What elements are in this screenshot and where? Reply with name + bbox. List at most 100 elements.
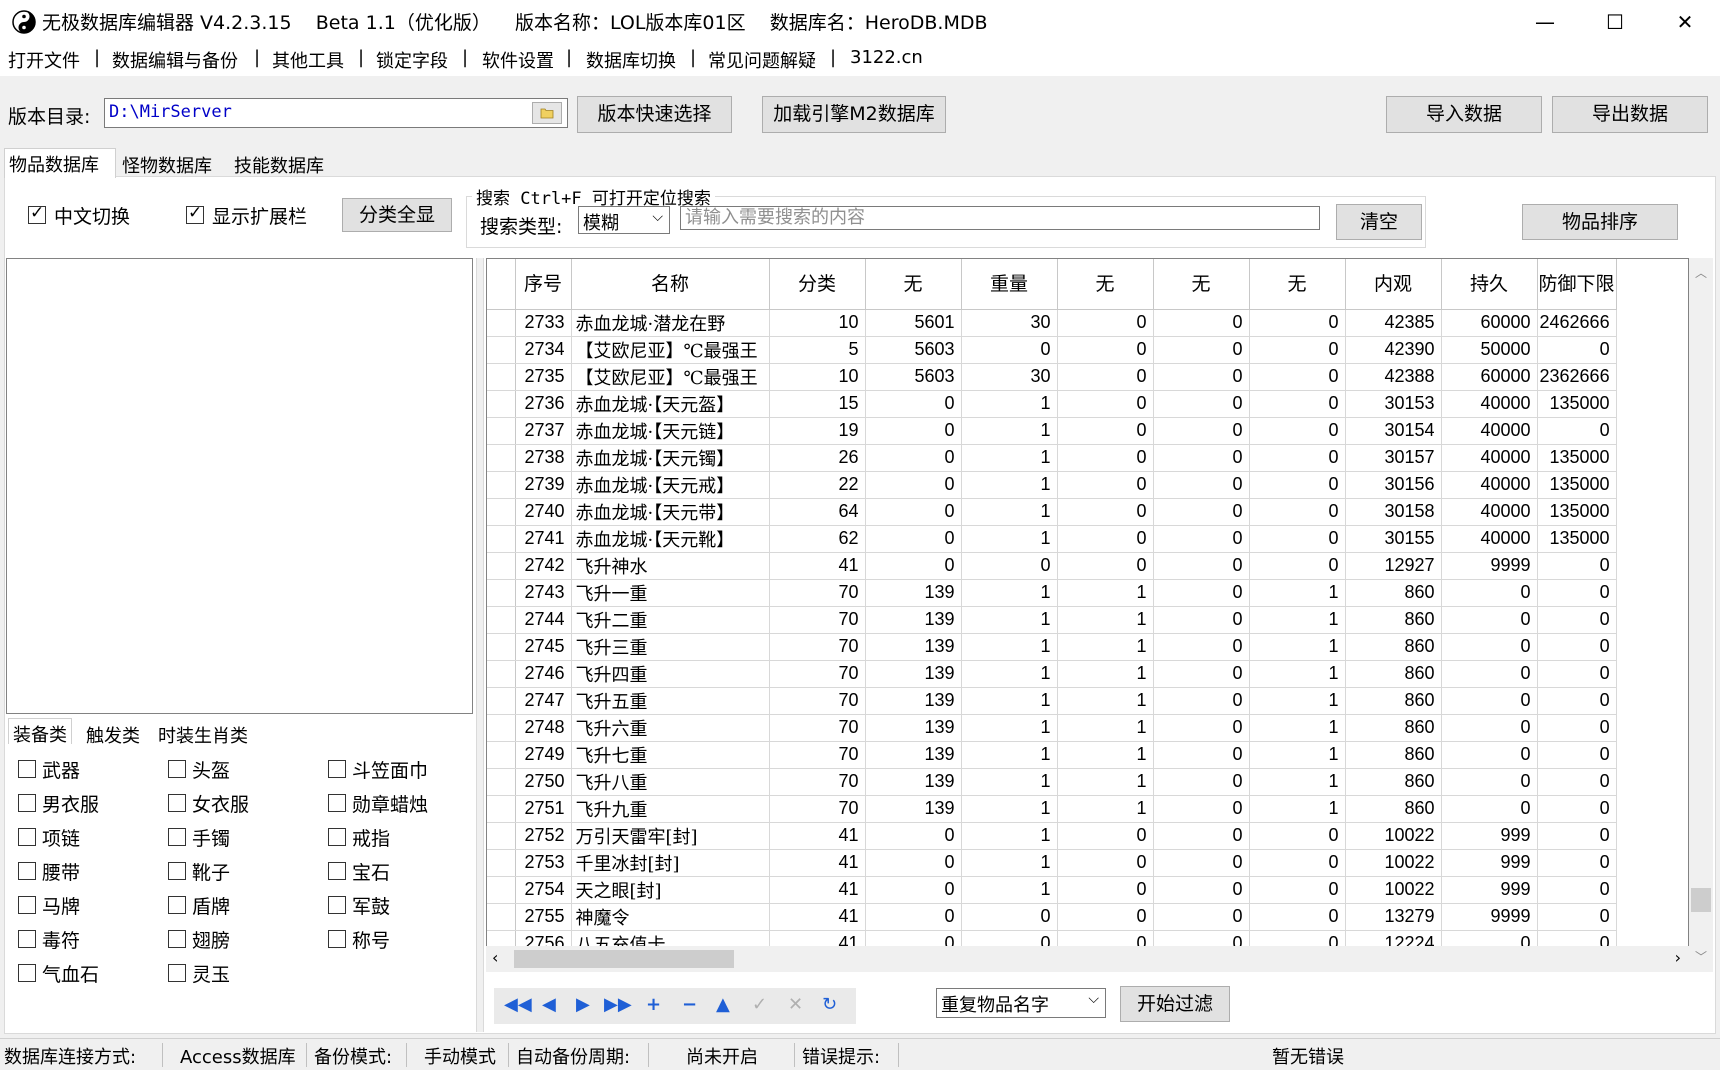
cat-blood-stone-checkbox[interactable] [18,964,36,982]
cat-male-armor-checkbox[interactable] [18,794,36,812]
col-header-name[interactable]: 名称 [571,259,770,310]
table-cell[interactable]: 860 [1345,687,1442,715]
load-m2-database-button[interactable]: 加载引擎M2数据库 [762,96,946,133]
table-cell[interactable]: 天之眼[封] [571,876,770,904]
table-cell[interactable]: 0 [1057,903,1154,931]
table-cell[interactable]: 0 [1153,714,1250,742]
table-cell[interactable]: 0 [1153,768,1250,796]
table-cell[interactable]: 5 [769,336,866,364]
table-cell[interactable]: 0 [865,849,962,877]
table-cell[interactable]: 【艾欧尼亚】℃最强王 [571,336,770,364]
cat-horse-tag-checkbox[interactable] [18,896,36,914]
table-cell[interactable]: 2362666 [1537,363,1617,391]
scroll-left-icon[interactable]: ‹ [492,948,498,967]
table-cell[interactable]: 0 [1153,498,1250,526]
table-cell[interactable]: 2742 [515,552,572,580]
table-cell[interactable]: 0 [1537,849,1617,877]
table-cell[interactable]: 0 [1537,552,1617,580]
table-cell[interactable]: 135000 [1537,444,1617,472]
table-cell[interactable]: 2748 [515,714,572,742]
table-cell[interactable]: 40000 [1441,417,1538,445]
table-cell[interactable]: 0 [1249,363,1346,391]
table-cell[interactable]: 0 [1153,633,1250,661]
row-header[interactable] [487,498,516,526]
table-cell[interactable]: 0 [1537,714,1617,742]
table-cell[interactable]: 1 [1249,633,1346,661]
table-cell[interactable]: 0 [1153,552,1250,580]
table-cell[interactable]: 70 [769,579,866,607]
row-header[interactable] [487,579,516,607]
table-cell[interactable]: 41 [769,876,866,904]
delete-icon[interactable]: − [682,994,697,1015]
table-cell[interactable]: 0 [1537,606,1617,634]
table-cell[interactable]: 2733 [515,309,572,337]
table-row[interactable]: 2743 飞升一重 70 139 1 1 0 1 860 0 0 [487,579,1617,607]
table-cell[interactable]: 0 [1057,309,1154,337]
table-cell[interactable]: 0 [1153,741,1250,769]
last-icon[interactable]: ▶▶ [604,994,632,1015]
table-cell[interactable]: 0 [1249,498,1346,526]
table-cell[interactable]: 62 [769,525,866,553]
table-cell[interactable]: 0 [1057,525,1154,553]
row-header[interactable] [487,903,516,931]
table-cell[interactable]: 50000 [1441,336,1538,364]
table-cell[interactable]: 70 [769,741,866,769]
table-cell[interactable]: 赤血龙城·【天元靴】 [571,525,770,553]
table-cell[interactable]: 2743 [515,579,572,607]
col-header-none-4[interactable]: 无 [1249,259,1346,310]
row-header[interactable] [487,741,516,769]
table-cell[interactable]: 飞升七重 [571,741,770,769]
table-cell[interactable]: 赤血龙城·【天元带】 [571,498,770,526]
table-cell[interactable]: 0 [1537,822,1617,850]
table-cell[interactable]: 2752 [515,822,572,850]
table-cell[interactable]: 1 [961,498,1058,526]
show-ext-checkbox[interactable] [186,203,204,224]
vertical-scroll-thumb[interactable] [1691,888,1711,912]
table-cell[interactable]: 0 [1153,876,1250,904]
maximize-button[interactable]: ☐ [1580,0,1650,44]
table-cell[interactable]: 10 [769,363,866,391]
table-cell[interactable]: 860 [1345,660,1442,688]
table-cell[interactable]: 0 [1441,795,1538,823]
col-header-none-1[interactable]: 无 [865,259,962,310]
table-cell[interactable]: 0 [961,552,1058,580]
table-cell[interactable]: 1 [1057,579,1154,607]
vertical-scrollbar[interactable]: ︿ ﹀ [1689,258,1713,972]
table-cell[interactable]: 0 [865,444,962,472]
horizontal-scroll-thumb[interactable] [514,950,734,968]
table-cell[interactable]: 1 [961,849,1058,877]
table-cell[interactable]: 10022 [1345,876,1442,904]
table-cell[interactable]: 10022 [1345,822,1442,850]
row-header[interactable] [487,390,516,418]
table-row[interactable]: 2738 赤血龙城·【天元镯】 26 0 1 0 0 0 30157 40000 135000 [487,444,1617,472]
table-cell[interactable]: 41 [769,849,866,877]
filter-type-select[interactable]: 重复物品名字 ⌵ [936,988,1106,1018]
table-cell[interactable]: 999 [1441,849,1538,877]
table-cell[interactable]: 9999 [1441,552,1538,580]
row-header[interactable] [487,633,516,661]
cat-female-armor-checkbox[interactable] [168,794,186,812]
table-cell[interactable]: 2750 [515,768,572,796]
table-cell[interactable]: 0 [1441,633,1538,661]
cat-belt-checkbox[interactable] [18,862,36,880]
table-cell[interactable]: 30 [961,309,1058,337]
table-cell[interactable]: 千里冰封[封] [571,849,770,877]
cat-shield-checkbox[interactable] [168,896,186,914]
table-cell[interactable]: 860 [1345,714,1442,742]
col-header-none-2[interactable]: 无 [1057,259,1154,310]
table-cell[interactable]: 1 [961,633,1058,661]
table-cell[interactable]: 0 [1249,336,1346,364]
table-cell[interactable]: 飞升五重 [571,687,770,715]
panel-splitter[interactable] [476,258,484,1032]
table-row[interactable]: 2755 神魔令 41 0 0 0 0 0 13279 9999 0 [487,903,1617,931]
table-cell[interactable]: 2744 [515,606,572,634]
table-cell[interactable]: 1 [1057,633,1154,661]
row-header[interactable] [487,606,516,634]
table-cell[interactable]: 5603 [865,336,962,364]
table-cell[interactable]: 0 [1249,876,1346,904]
table-cell[interactable]: 13279 [1345,903,1442,931]
prev-icon[interactable]: ◀ [542,994,556,1015]
table-cell[interactable]: 0 [1441,768,1538,796]
col-header-defense-min[interactable]: 防御下限 [1537,259,1617,310]
table-cell[interactable]: 0 [865,525,962,553]
